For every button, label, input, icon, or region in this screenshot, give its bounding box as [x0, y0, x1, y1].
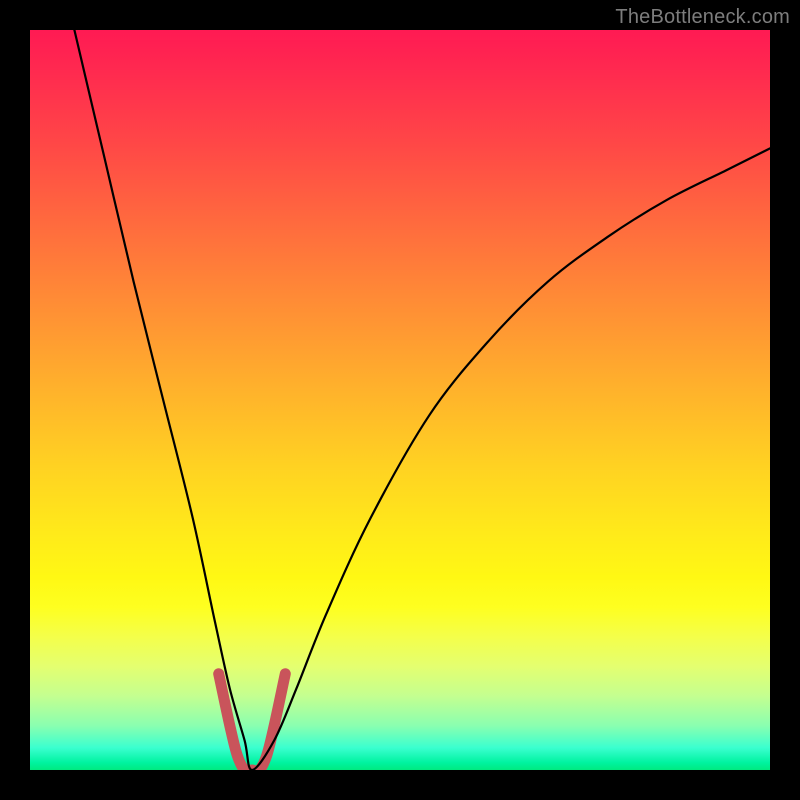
curve-layer — [30, 30, 770, 770]
chart-frame: TheBottleneck.com — [0, 0, 800, 800]
plot-area — [30, 30, 770, 770]
bottleneck-curve-path — [74, 30, 770, 770]
watermark-text: TheBottleneck.com — [615, 6, 790, 29]
